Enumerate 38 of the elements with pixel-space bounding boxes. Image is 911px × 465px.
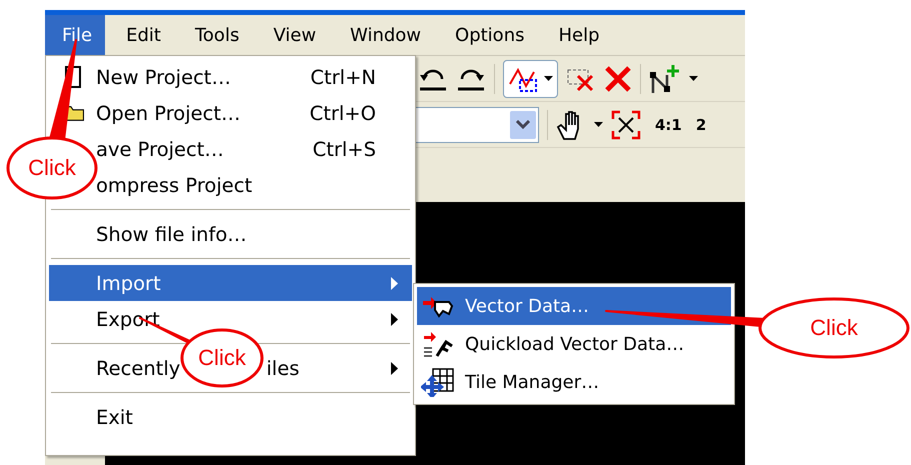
- tile-grid-icon: [421, 367, 455, 397]
- callout-text: Click: [28, 157, 76, 179]
- menu-item[interactable]: Edit: [109, 15, 174, 55]
- menu-option[interactable]: Vector Data…: [417, 287, 731, 325]
- delete-icon[interactable]: [604, 64, 632, 92]
- caret-icon[interactable]: [689, 76, 698, 82]
- menu-option[interactable]: Exit: [96, 406, 133, 428]
- menu-option[interactable]: ompress Project: [96, 174, 252, 196]
- menu-option[interactable]: ave Project…: [96, 138, 224, 160]
- menu-item[interactable]: File: [45, 15, 106, 55]
- shortcut-label: Ctrl+O: [310, 102, 376, 124]
- shortcut-label: Ctrl+S: [312, 138, 376, 160]
- menu-option[interactable]: Quickload Vector Data…: [417, 325, 731, 363]
- shortcut-label: Ctrl+N: [310, 66, 376, 88]
- menu-option[interactable]: Recently: [96, 356, 180, 380]
- chevron-down-icon[interactable]: [516, 120, 530, 130]
- import-runner-icon: [421, 330, 455, 358]
- zoom-ratio-label[interactable]: 2: [696, 116, 706, 134]
- menu-item[interactable]: Window: [333, 15, 434, 55]
- menu-option[interactable]: Import: [96, 272, 161, 294]
- add-vertex-icon[interactable]: [649, 62, 681, 94]
- callout-text: Click: [810, 317, 858, 339]
- caret-icon[interactable]: [594, 122, 603, 128]
- menu-item[interactable]: View: [256, 15, 330, 55]
- menu-item[interactable]: Help: [541, 15, 613, 55]
- menu-option-label: iles: [266, 356, 300, 380]
- menu-item[interactable]: Tools: [178, 15, 252, 55]
- callout-text: Click: [198, 347, 246, 369]
- caret-icon[interactable]: [544, 76, 553, 82]
- menu-option[interactable]: New Project…: [96, 66, 231, 88]
- menu-option[interactable]: Tile Manager…: [417, 363, 731, 401]
- zoom-extents-icon[interactable]: [611, 110, 641, 140]
- menu-option[interactable]: Open Project…: [96, 102, 240, 124]
- menu-option[interactable]: Export: [96, 308, 160, 330]
- menu-option[interactable]: Show file info…: [96, 222, 247, 246]
- select-line-button[interactable]: [503, 60, 558, 98]
- zoom-ratio-label[interactable]: 4:1: [655, 116, 682, 134]
- menu-item[interactable]: Options: [438, 15, 538, 55]
